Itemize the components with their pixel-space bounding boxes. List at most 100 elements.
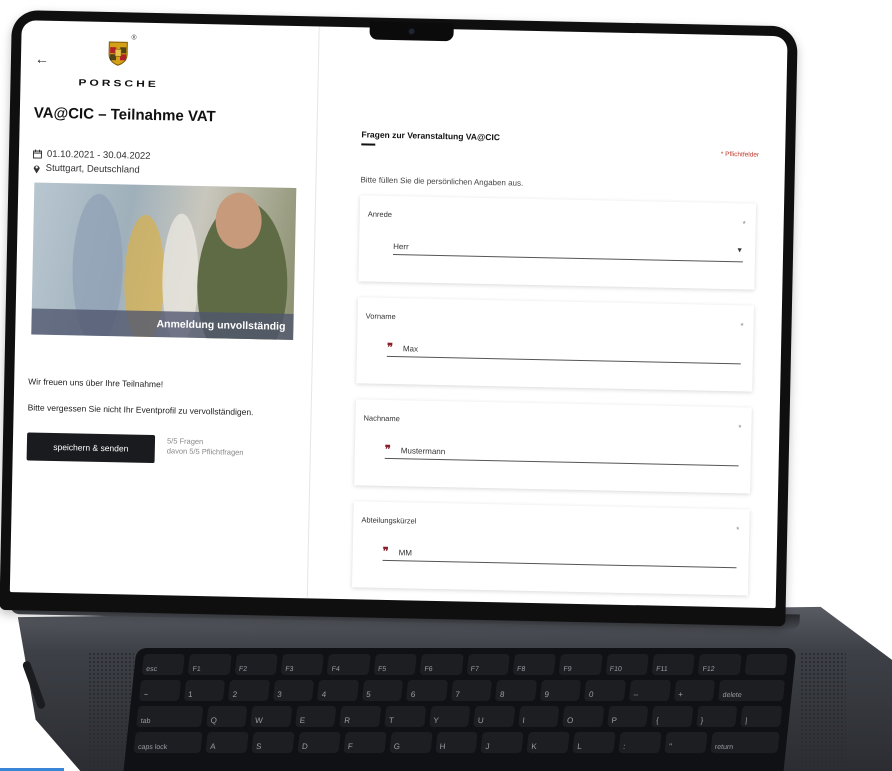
- required-fields-note: * Pflichtfelder: [720, 150, 760, 159]
- required-marker: *: [740, 321, 744, 331]
- key: F6: [419, 654, 464, 675]
- chevron-down-icon: ▼: [736, 247, 744, 255]
- field-value: Mustermann: [400, 445, 446, 456]
- location-pin-icon: [33, 165, 40, 174]
- last-name-input[interactable]: ❞ Mustermann: [384, 441, 739, 467]
- key: K: [526, 732, 570, 753]
- key: –: [628, 680, 671, 701]
- key: F4: [327, 654, 371, 675]
- event-location-text: Stuttgart, Deutschland: [45, 162, 140, 176]
- key: L: [572, 732, 616, 753]
- save-and-send-button[interactable]: speichern & senden: [26, 432, 156, 464]
- key: esc: [141, 654, 186, 675]
- key: return: [710, 732, 780, 753]
- event-date: 01.10.2021 - 30.04.2022: [32, 148, 151, 162]
- key: F12: [697, 654, 742, 675]
- key: T: [384, 706, 426, 727]
- field-value: MM: [398, 547, 413, 557]
- key: O: [562, 706, 605, 727]
- registered-mark: ®: [131, 34, 137, 42]
- speaker-grille-right: [800, 652, 846, 771]
- laptop-lid: ← ® PORSCHE VA@CIC – Teilnahme VAT 01.10…: [0, 10, 798, 627]
- key: Q: [205, 706, 248, 727]
- key: ~: [138, 680, 181, 701]
- key: D: [297, 732, 341, 753]
- key: 5: [361, 680, 404, 701]
- event-date-text: 01.10.2021 - 30.04.2022: [46, 148, 151, 162]
- quote-icon: ❞: [386, 341, 394, 355]
- required-marker: *: [736, 525, 740, 535]
- key: caps lock: [133, 732, 203, 753]
- key: 2: [227, 680, 270, 701]
- form-progress: 5/5 Fragen davon 5/5 Pflichtfragen: [167, 436, 244, 458]
- key-touch-id: [744, 654, 788, 675]
- key: F11: [651, 654, 696, 675]
- key: F: [343, 732, 387, 753]
- reminder-text: Bitte vergessen Sie nicht Ihr Eventprofi…: [27, 402, 254, 418]
- welcome-text: Wir freuen uns über Ihre Teilnahme!: [28, 376, 164, 390]
- form-card-first-name: Vorname * ❞ Max: [356, 297, 754, 392]
- key: I: [517, 706, 560, 727]
- key: F2: [234, 654, 278, 675]
- key: S: [251, 732, 295, 753]
- keyboard-row-top: tab Q W E R T Y U I O P { } |: [136, 706, 783, 727]
- key: F7: [466, 654, 510, 675]
- key: G: [389, 732, 433, 753]
- field-label: Nachname: [363, 413, 400, 424]
- key: 9: [539, 680, 582, 701]
- keyboard-row-numbers: ~ 1 2 3 4 5 6 7 8 9 0 – + delete: [138, 680, 786, 701]
- key: Y: [428, 706, 471, 727]
- form-intro: Bitte füllen Sie die persönlichen Angabe…: [360, 175, 524, 188]
- department-code-input[interactable]: ❞ MM: [382, 543, 737, 569]
- first-name-input[interactable]: ❞ Max: [386, 339, 742, 365]
- key: F9: [558, 654, 603, 675]
- key: |: [740, 706, 783, 727]
- arrow-left-icon[interactable]: ←: [35, 50, 49, 66]
- key: 6: [406, 680, 448, 701]
- form-section-title: Fragen zur Veranstaltung VA@CIC: [361, 129, 501, 143]
- progress-required: davon 5/5 Pflichtfragen: [166, 446, 244, 457]
- form-card-last-name: Nachname * ❞ Mustermann: [354, 399, 752, 494]
- quote-icon: ❞: [384, 443, 391, 457]
- key: F10: [605, 654, 649, 675]
- key: F5: [373, 654, 417, 675]
- key: 3: [272, 680, 315, 701]
- required-marker: *: [738, 423, 742, 433]
- event-location: Stuttgart, Deutschland: [33, 162, 140, 176]
- key: delete: [718, 680, 786, 701]
- key: 4: [317, 680, 359, 701]
- event-title: VA@CIC – Teilnahme VAT: [33, 104, 216, 126]
- field-label: Anrede: [367, 209, 393, 220]
- event-sidebar: ← ® PORSCHE VA@CIC – Teilnahme VAT 01.10…: [9, 20, 320, 599]
- key: A: [205, 732, 249, 753]
- brand-wordmark: PORSCHE: [78, 77, 159, 90]
- key: E: [295, 706, 337, 727]
- registration-form: Fragen zur Veranstaltung VA@CIC * Pflich…: [308, 26, 788, 608]
- form-card-salutation: Anrede * Herr ▼: [358, 195, 757, 290]
- key: W: [250, 706, 293, 727]
- key: ": [664, 732, 708, 753]
- key: F8: [512, 654, 557, 675]
- key: P: [606, 706, 649, 727]
- field-label: Vorname: [365, 311, 396, 322]
- key: tab: [136, 706, 204, 727]
- field-label: Abteilungskürzel: [361, 515, 417, 526]
- camera-notch: [369, 21, 454, 42]
- porsche-crest-icon: [108, 41, 128, 66]
- keyboard-row-home: caps lock A S D F G H J K L : " return: [133, 732, 780, 753]
- key: 8: [495, 680, 538, 701]
- key: {: [651, 706, 694, 727]
- screen: ← ® PORSCHE VA@CIC – Teilnahme VAT 01.10…: [9, 20, 788, 609]
- quote-icon: ❞: [382, 545, 389, 559]
- key: 7: [450, 680, 493, 701]
- field-value: Herr: [393, 241, 409, 251]
- field-value: Max: [402, 343, 419, 354]
- form-card-department-code: Abteilungskürzel * ❞ MM: [351, 501, 750, 596]
- salutation-select[interactable]: Herr ▼: [392, 238, 744, 263]
- key: F3: [280, 654, 325, 675]
- required-marker: *: [742, 219, 746, 229]
- keyboard-row-function: esc F1 F2 F3 F4 F5 F6 F7 F8 F9 F10 F11 F…: [141, 654, 788, 675]
- key: F1: [187, 654, 232, 675]
- key: J: [480, 732, 524, 753]
- key: :: [618, 732, 662, 753]
